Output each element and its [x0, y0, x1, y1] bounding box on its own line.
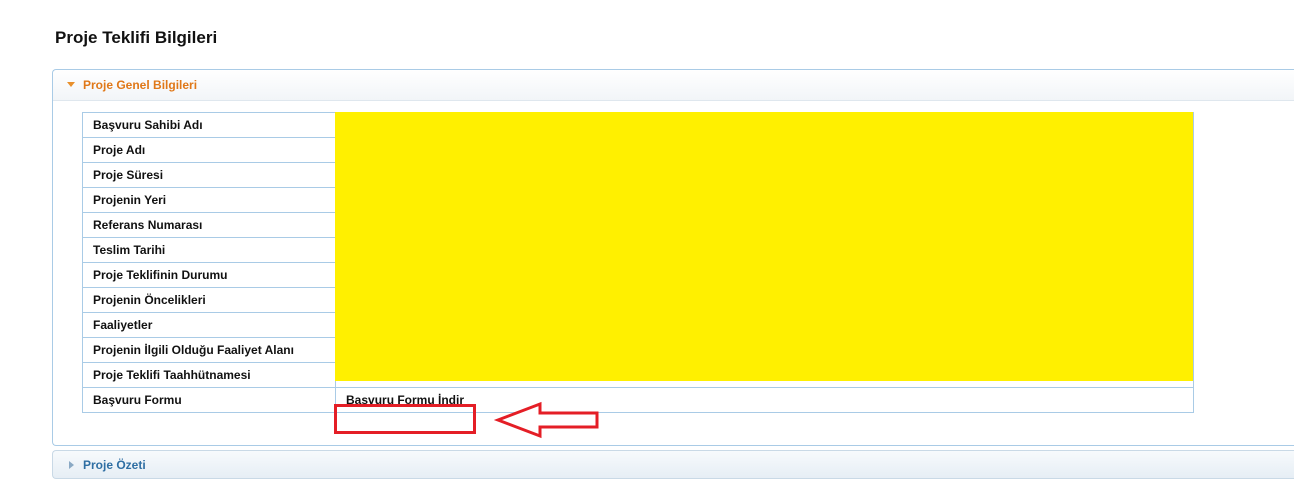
row-label: Proje Süresi	[82, 162, 336, 188]
highlight-box	[334, 404, 476, 434]
caret-down-icon	[67, 82, 75, 87]
redaction-block	[335, 112, 1193, 381]
row-label: Proje Teklifinin Durumu	[82, 262, 336, 288]
caret-right-icon	[69, 461, 74, 469]
general-info-panel-title: Proje Genel Bilgileri	[83, 78, 198, 92]
row-label: Projenin Yeri	[82, 187, 336, 213]
row-label: Faaliyetler	[82, 312, 336, 338]
row-label: Başvuru Sahibi Adı	[82, 112, 336, 138]
page-title: Proje Teklifi Bilgileri	[55, 28, 218, 47]
row-label: Referans Numarası	[82, 212, 336, 238]
table-row: Başvuru Formu Başvuru Formu İndir	[82, 387, 1194, 413]
row-label: Projenin Öncelikleri	[82, 287, 336, 313]
left-arrow-icon	[493, 401, 599, 439]
project-summary-panel-title: Proje Özeti	[83, 458, 146, 472]
general-info-panel: Proje Genel Bilgileri Başvuru Sahibi Adı…	[52, 69, 1294, 446]
project-summary-panel[interactable]: Proje Özeti	[52, 450, 1294, 479]
row-label: Proje Teklifi Taahhütnamesi	[82, 362, 336, 388]
row-label: Proje Adı	[82, 137, 336, 163]
row-label: Başvuru Formu	[82, 387, 336, 413]
general-info-panel-header[interactable]: Proje Genel Bilgileri	[53, 70, 1294, 101]
row-label: Projenin İlgili Olduğu Faaliyet Alanı	[82, 337, 336, 363]
row-label: Teslim Tarihi	[82, 237, 336, 263]
page: Proje Teklifi Bilgileri Proje Genel Bilg…	[0, 0, 1294, 481]
